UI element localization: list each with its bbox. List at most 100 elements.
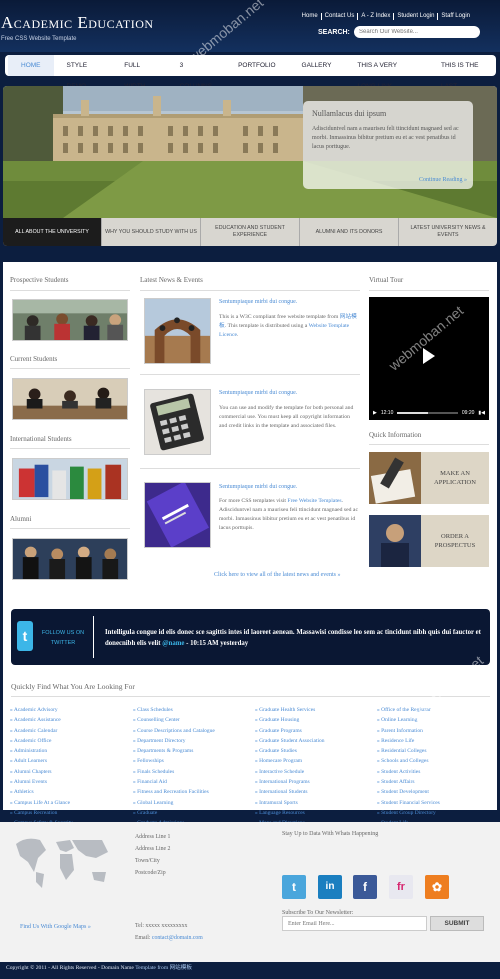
email-link[interactable]: contact@domain.com	[152, 935, 203, 941]
quick-find-link[interactable]: » Student Group Directory	[377, 808, 440, 818]
quick-find-link[interactable]: » Fitness and Recreation Facilities	[133, 787, 215, 797]
top-link-student-login[interactable]: Student Login	[393, 13, 437, 20]
quick-find-link[interactable]: » Athletics	[10, 787, 73, 797]
alumni-image[interactable]	[12, 538, 128, 580]
nav-long-link[interactable]: THIS A VERY LONG LINK	[344, 55, 428, 90]
top-link-staff-login[interactable]: Staff Login	[437, 13, 473, 20]
quick-find-link[interactable]: » Adult Learners	[10, 756, 73, 766]
quick-find-link[interactable]: » Class Schedules	[133, 705, 215, 715]
newsletter-email-input[interactable]	[282, 916, 427, 931]
video-play-small-icon[interactable]: ▶	[373, 410, 377, 416]
order-prospectus-box[interactable]: Order A Prospectus	[369, 515, 489, 567]
news-1-image[interactable]	[144, 298, 211, 364]
current-students-image[interactable]	[12, 378, 128, 420]
quick-find-link[interactable]: » International Students	[255, 787, 325, 797]
linkedin-icon[interactable]: in	[318, 875, 342, 899]
quick-find-link[interactable]: » Student Activities	[377, 767, 440, 777]
facebook-icon[interactable]: f	[353, 875, 377, 899]
news-2-title[interactable]: Sentumpiaque mirbi dui congue.	[219, 390, 297, 396]
section-prospective-students[interactable]: Prospective Students	[10, 276, 69, 284]
quick-find-link[interactable]: » Graduate	[133, 808, 215, 818]
view-all-news-link[interactable]: Click here to view all of the latest new…	[214, 572, 340, 578]
hero-tab-education[interactable]: Education And Student Experience	[200, 218, 299, 246]
world-map-image[interactable]	[12, 832, 112, 892]
news-1-title[interactable]: Sentumpiaque mirbi dui congue.	[219, 299, 297, 305]
quick-find-link[interactable]: » Student Financial Services	[377, 798, 440, 808]
quick-find-link[interactable]: » Financial Aid	[133, 777, 215, 787]
hero-tab-why-study[interactable]: Why You Should Study With Us	[101, 218, 200, 246]
quick-find-link[interactable]: » Parent Information	[377, 726, 440, 736]
quick-find-link[interactable]: » Campus Recreation	[10, 808, 73, 818]
twitter-social-icon[interactable]: t	[282, 875, 306, 899]
quick-find-link[interactable]: » Graduate Programs	[255, 726, 325, 736]
quick-find-link[interactable]: » Schools and Colleges	[377, 756, 440, 766]
quick-find-link[interactable]: » Departments & Programs	[133, 746, 215, 756]
news-3-image[interactable]	[144, 482, 211, 548]
quick-find-link[interactable]: » Interactive Schedule	[255, 767, 325, 777]
quick-find-link[interactable]: » Global Learning	[133, 798, 215, 808]
quick-find-link[interactable]: » Graduate Health Services	[255, 705, 325, 715]
quick-find-link[interactable]: » Office of the Registrar	[377, 705, 440, 715]
news-2-image[interactable]	[144, 389, 211, 455]
twitter-follow-link[interactable]: FOLLOW US ON TWITTER	[39, 628, 87, 648]
quick-find-link[interactable]: » Academic Advisory	[10, 705, 73, 715]
newsletter-submit-button[interactable]: SUBMIT	[430, 916, 484, 931]
section-current-students[interactable]: Current Students	[10, 355, 57, 363]
copyright-link[interactable]: Template from 网站模板	[135, 965, 192, 971]
rss-icon[interactable]: ✿	[425, 875, 449, 899]
quick-find-link[interactable]: » Alumni Events	[10, 777, 73, 787]
news-3-title[interactable]: Sentumpiaque mirbi dui congue.	[219, 484, 297, 490]
quick-find-link[interactable]: » Course Descriptions and Catalogue	[133, 726, 215, 736]
quick-find-link[interactable]: » Residence Life	[377, 736, 440, 746]
quick-find-link[interactable]: » Campus Life At a Glance	[10, 798, 73, 808]
quick-find-link[interactable]: » Department Directory	[133, 736, 215, 746]
volume-icon[interactable]: ▮◀	[478, 410, 485, 416]
top-link-contact[interactable]: Contact Us	[320, 13, 358, 20]
quick-find-link[interactable]: » Homecare Program	[255, 756, 325, 766]
quick-find-link[interactable]: » Counselling Center	[133, 715, 215, 725]
order-prospectus-label[interactable]: Order A Prospectus	[421, 515, 489, 567]
quick-find-link[interactable]: » Online Learning	[377, 715, 440, 725]
tweet-handle[interactable]: @name	[162, 640, 184, 647]
quick-find-link[interactable]: » Graduate Studies	[255, 746, 325, 756]
nav-style-demo[interactable]: STYLE DEMO	[54, 55, 112, 90]
flickr-icon[interactable]: fr	[389, 875, 413, 899]
hero-tab-news[interactable]: Latest University News & Events	[398, 218, 497, 246]
quick-find-link[interactable]: » Graduate Housing	[255, 715, 325, 725]
top-link-az-index[interactable]: A - Z Index	[357, 13, 393, 20]
make-application-label[interactable]: Make An Application	[421, 452, 489, 504]
virtual-tour-video[interactable]: ▶ 12:10 09:20 ▮◀	[369, 297, 489, 420]
quick-find-link[interactable]: » Alumni Chapters	[10, 767, 73, 777]
video-seek-bar[interactable]	[397, 411, 458, 414]
search-input[interactable]	[354, 26, 480, 38]
quick-find-link[interactable]: » Intramural Sports	[255, 798, 325, 808]
quick-find-link[interactable]: » Academic Assistance	[10, 715, 73, 725]
quick-find-link[interactable]: » International Programs	[255, 777, 325, 787]
quick-find-link[interactable]: » Academic Calendar	[10, 726, 73, 736]
nav-full-width[interactable]: FULL WIDTH	[111, 55, 166, 90]
prospective-students-image[interactable]	[12, 299, 128, 341]
quick-find-link[interactable]: » Language Resources	[255, 808, 325, 818]
nav-portfolio[interactable]: PORTFOLIO	[225, 55, 288, 76]
quick-find-link[interactable]: » Graduate Student Association	[255, 736, 325, 746]
hero-tab-alumni[interactable]: Alumni And Its Donors	[299, 218, 398, 246]
quick-find-link[interactable]: » Finals Schedules	[133, 767, 215, 777]
quick-find-link[interactable]: » Student Affairs	[377, 777, 440, 787]
quick-find-link[interactable]: » Residential Colleges	[377, 746, 440, 756]
nav-last[interactable]: THIS IS THE LAST	[428, 55, 496, 90]
nav-home[interactable]: HOME	[8, 55, 54, 76]
nav-3-columns[interactable]: 3 COLUMNS	[167, 55, 226, 90]
site-logo[interactable]: Academic Education	[1, 13, 154, 33]
quick-find-link[interactable]: » Administration	[10, 746, 73, 756]
google-maps-link[interactable]: Find Us With Google Maps »	[20, 924, 91, 930]
section-international-students[interactable]: International Students	[10, 435, 72, 443]
news-3-link-templates[interactable]: Free Website Templates	[287, 498, 341, 504]
top-link-home[interactable]: Home	[299, 13, 321, 20]
twitter-icon[interactable]: t	[17, 621, 33, 651]
international-students-image[interactable]	[12, 458, 128, 500]
section-alumni[interactable]: Alumni	[10, 515, 31, 523]
hero-tab-about[interactable]: All About The University	[3, 218, 101, 246]
quick-find-link[interactable]: » Fellowships	[133, 756, 215, 766]
quick-find-link[interactable]: » Student Development	[377, 787, 440, 797]
nav-gallery[interactable]: GALLERY	[289, 55, 345, 76]
